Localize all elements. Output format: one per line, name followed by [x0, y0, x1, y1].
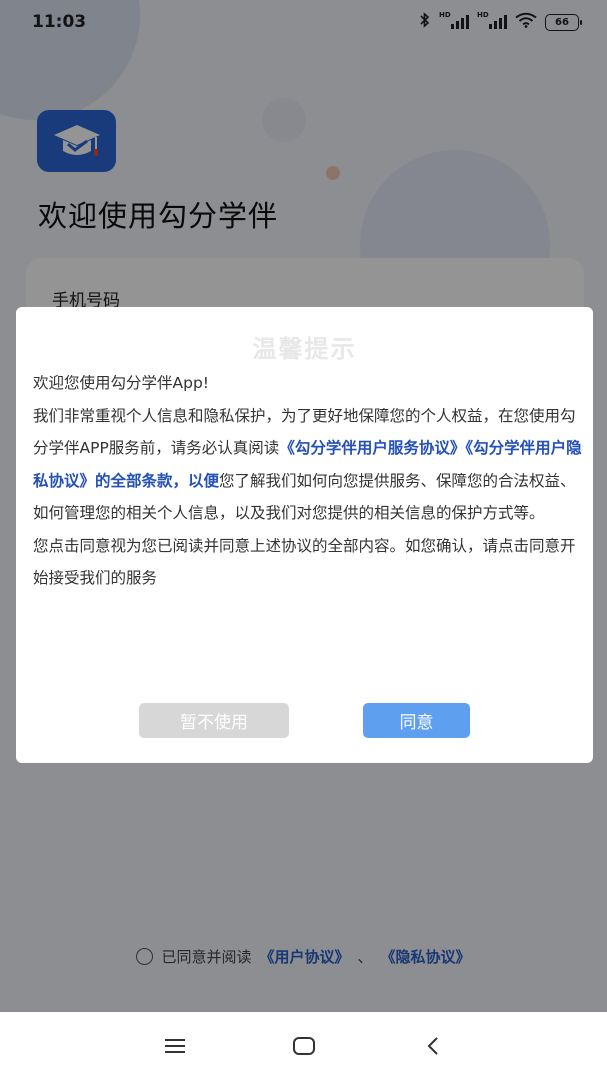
dialog-paragraph: 您点击同意视为您已阅读并同意上述协议的全部内容。如您确认，请点击同意开始接受我们…	[33, 536, 576, 588]
dialog-body: 欢迎您使用勾分学伴App! 我们非常重视个人信息和隐私保护，为了更好地保障您的个…	[33, 367, 583, 595]
dialog-title: 温馨提示	[252, 335, 357, 363]
menu-icon[interactable]	[155, 1026, 195, 1066]
navigation-bar	[0, 1012, 607, 1080]
decline-button[interactable]: 暂不使用	[139, 703, 289, 738]
all-terms-text: 的全部条款，以便	[95, 471, 220, 490]
service-agreement-link[interactable]: 《勾分学伴用户服务协议》	[279, 439, 465, 457]
privacy-dialog: 温馨提示 欢迎您使用勾分学伴App! 我们非常重视个人信息和隐私保护，为了更好地…	[16, 307, 593, 763]
dialog-paragraph: 我们非常重视个人信息和隐私保护，为了更好地保障您的个人权益，在您使用勾分学伴AP…	[33, 406, 582, 523]
back-chevron-icon[interactable]	[413, 1026, 453, 1066]
agree-button[interactable]: 同意	[363, 703, 470, 738]
home-square-icon[interactable]	[284, 1026, 324, 1066]
dialog-greeting: 欢迎您使用勾分学伴App!	[33, 374, 209, 392]
